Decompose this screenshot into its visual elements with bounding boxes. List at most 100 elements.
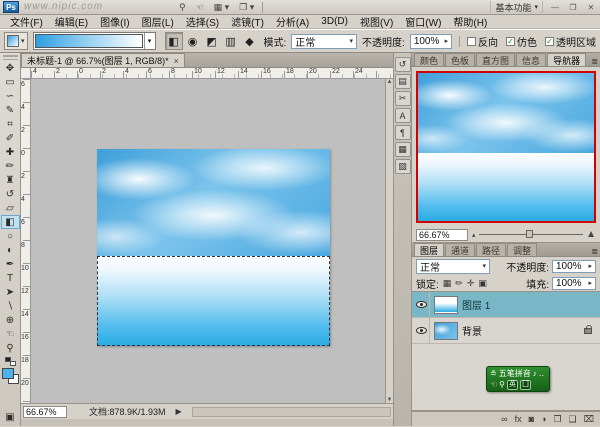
clone-stamp-tool[interactable]: ♜: [1, 173, 20, 187]
ime-english-button[interactable]: 英: [507, 380, 518, 390]
paragraph-panel-icon[interactable]: ¶: [395, 125, 411, 140]
layer-name[interactable]: 图层 1: [462, 297, 490, 312]
tools-grip[interactable]: [3, 55, 18, 60]
ruler-corner[interactable]: [21, 68, 31, 79]
layer-row-layer1[interactable]: 图层 1: [412, 292, 600, 318]
link-layers-button[interactable]: ∞: [501, 414, 507, 424]
dither-checkbox[interactable]: 仿色: [506, 34, 537, 49]
blur-tool[interactable]: ○: [1, 229, 20, 243]
actions-panel-icon[interactable]: ▤: [395, 74, 411, 89]
zoom-tool[interactable]: ⚲: [1, 341, 20, 355]
dodge-tool[interactable]: ◐: [1, 243, 20, 257]
foreground-color-swatch[interactable]: [2, 368, 14, 379]
transparency-checkbox[interactable]: 透明区域: [545, 34, 596, 49]
hand-tool[interactable]: ☜: [1, 327, 20, 341]
layer-visibility-toggle[interactable]: [414, 292, 430, 317]
radial-gradient-button[interactable]: ◉: [184, 32, 202, 50]
blend-mode-select[interactable]: 正常 ▾: [291, 34, 357, 49]
tab-channels[interactable]: 通道: [445, 243, 475, 256]
vertical-ruler[interactable]: 64202468101214161820: [21, 79, 31, 403]
layer-row-background[interactable]: 背景: [412, 318, 600, 344]
tab-info[interactable]: 信息: [516, 53, 546, 66]
lock-transparency-icon[interactable]: ▦: [442, 278, 453, 289]
angle-gradient-button[interactable]: ◩: [203, 32, 221, 50]
tab-layers[interactable]: 图层: [414, 243, 444, 256]
layer-thumbnail[interactable]: [434, 296, 458, 314]
history-panel-icon[interactable]: ↺: [395, 57, 411, 72]
restore-button[interactable]: ❐: [567, 3, 579, 12]
brush-tool[interactable]: ✏: [1, 159, 20, 173]
path-selection-tool[interactable]: ➤: [1, 285, 20, 299]
lock-pixels-icon[interactable]: ✏: [454, 278, 464, 289]
menu-filter[interactable]: 滤镜(T): [225, 14, 270, 29]
menu-view[interactable]: 视图(V): [354, 14, 399, 29]
slider-thumb[interactable]: [526, 230, 533, 238]
healing-brush-tool[interactable]: ✚: [1, 145, 20, 159]
zoom-level-icon[interactable]: ⚲: [177, 1, 188, 13]
hand-icon[interactable]: ☜: [194, 1, 206, 13]
tool-preset-picker[interactable]: ▾: [4, 32, 28, 50]
navigator-zoom-input[interactable]: 66.67%: [416, 229, 468, 241]
layer-comps-panel-icon[interactable]: ▧: [395, 159, 411, 174]
menu-3d[interactable]: 3D(D): [315, 16, 354, 27]
document-image[interactable]: [97, 149, 330, 346]
menu-layer[interactable]: 图层(L): [136, 14, 180, 29]
opacity-input[interactable]: 100% ▸: [410, 34, 452, 49]
status-options-arrow[interactable]: ▶: [176, 407, 182, 416]
tab-paths[interactable]: 路径: [476, 243, 506, 256]
menu-select[interactable]: 选择(S): [180, 14, 225, 29]
menu-file[interactable]: 文件(F): [4, 14, 49, 29]
tab-swatches[interactable]: 色板: [445, 53, 475, 66]
tab-histogram[interactable]: 直方图: [476, 53, 515, 66]
move-tool[interactable]: ✥: [1, 61, 20, 75]
default-colors-icon[interactable]: [5, 357, 16, 366]
panel-menu-icon[interactable]: ≣: [591, 247, 598, 256]
lasso-tool[interactable]: ∽: [1, 89, 20, 103]
reflected-gradient-button[interactable]: ▥: [222, 32, 240, 50]
minimize-button[interactable]: —: [549, 3, 561, 12]
close-button[interactable]: ✕: [585, 3, 597, 12]
zoom-in-icon[interactable]: ▲: [586, 229, 596, 240]
delete-layer-button[interactable]: ⌧: [584, 414, 594, 425]
scroll-down-icon[interactable]: ▼: [387, 397, 393, 403]
menu-window[interactable]: 窗口(W): [399, 14, 447, 29]
ime-search-icon[interactable]: ⚲: [499, 380, 505, 389]
color-swatches[interactable]: [2, 368, 19, 384]
layer-fill-input[interactable]: 100% ▸: [552, 277, 596, 290]
ime-hand-icon[interactable]: ☜: [490, 380, 497, 389]
layer-blend-mode-select[interactable]: 正常 ▾: [416, 259, 490, 274]
quick-mask-button[interactable]: ▣: [1, 410, 20, 424]
linear-gradient-button[interactable]: ◧: [165, 32, 183, 50]
ime-more-icon[interactable]: ‥: [539, 369, 544, 378]
gradient-picker[interactable]: ▾: [33, 32, 156, 50]
workspace-switcher[interactable]: 基本功能 ▾: [490, 1, 543, 13]
tab-navigator[interactable]: 导航器: [547, 53, 586, 66]
reverse-checkbox[interactable]: 反向: [467, 34, 498, 49]
close-tab-icon[interactable]: ×: [174, 56, 179, 66]
zoom-out-icon[interactable]: ▴: [472, 231, 476, 239]
zoom-level-input[interactable]: 66.67%: [23, 406, 67, 418]
panel-menu-icon[interactable]: ≣: [591, 57, 598, 66]
shape-tool[interactable]: ∖: [1, 299, 20, 313]
arrange-documents-icon[interactable]: ▦ ▾: [212, 1, 232, 13]
horizontal-ruler[interactable]: 42024681012141618202224: [31, 68, 393, 79]
3d-rotate-tool[interactable]: ⊕: [1, 313, 20, 327]
horizontal-scrollbar[interactable]: [192, 407, 391, 417]
navigator-zoom-slider[interactable]: ▴ ▲: [472, 229, 596, 240]
screen-mode-icon[interactable]: ❐ ▾: [237, 1, 256, 13]
ime-mode-icon[interactable]: ♪: [533, 369, 537, 378]
eraser-tool[interactable]: ▱: [1, 201, 20, 215]
canvas[interactable]: [31, 79, 385, 403]
pen-tool[interactable]: ✒: [1, 257, 20, 271]
diamond-gradient-button[interactable]: ◆: [241, 32, 259, 50]
styles-panel-icon[interactable]: ▦: [395, 142, 411, 157]
layer-visibility-toggle[interactable]: [414, 318, 430, 343]
lock-all-icon[interactable]: ▣: [477, 278, 488, 289]
menu-help[interactable]: 帮助(H): [447, 14, 493, 29]
ime-fullwidth-button[interactable]: 囗: [520, 380, 531, 390]
clone-source-panel-icon[interactable]: ✂: [395, 91, 411, 106]
marquee-tool[interactable]: ▭: [1, 75, 20, 89]
menu-edit[interactable]: 编辑(E): [49, 14, 94, 29]
eyedropper-tool[interactable]: ✐: [1, 131, 20, 145]
lock-position-icon[interactable]: ✛: [466, 278, 476, 289]
